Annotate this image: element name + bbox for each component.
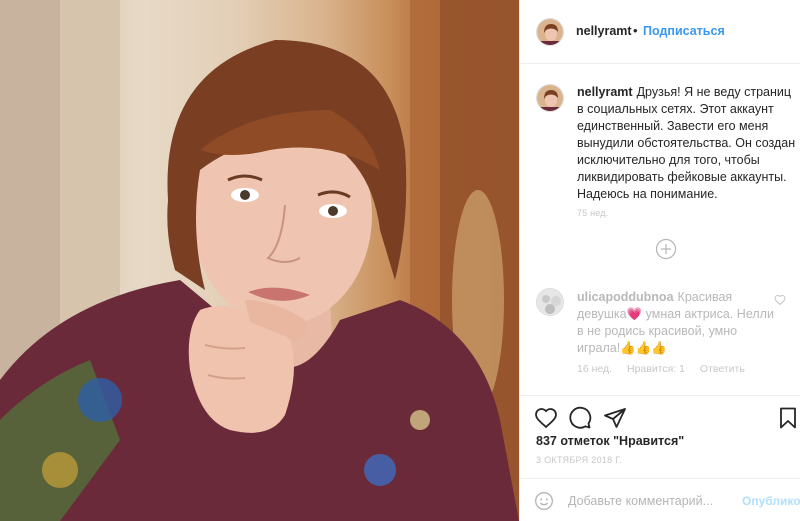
comment-body: ulicapoddubnoa Красивая девушка💗 умная ак… [577, 289, 777, 357]
caption-text: Друзья! Я не веду страниц в социальных с… [577, 85, 796, 201]
comment-meta: 16 нед. Нравится: 1 Ответить [577, 363, 757, 375]
comment-icon[interactable] [568, 406, 592, 430]
avatar[interactable] [536, 18, 564, 46]
caption-avatar[interactable] [536, 84, 564, 112]
heart-icon[interactable] [534, 406, 558, 430]
plus-circle-icon[interactable] [655, 238, 677, 260]
username[interactable]: nellyramt [576, 24, 632, 38]
comment-likes[interactable]: Нравится: 1 [627, 363, 685, 375]
publish-button[interactable]: Опубликовать [742, 494, 800, 508]
post-caption: nellyramt Друзья! Я не веду страниц в соц… [577, 84, 797, 203]
emoji-icon[interactable] [534, 491, 554, 511]
likes-count[interactable]: 837 отметок "Нравится" [536, 434, 684, 448]
separator-dot: • [633, 23, 638, 38]
post-header: nellyramt • Подписаться [520, 0, 800, 64]
commenter-username[interactable]: ulicapoddubnoa [577, 290, 674, 304]
post-date: 3 октября 2018 г. [536, 455, 623, 465]
share-icon[interactable] [603, 406, 627, 430]
commenter-avatar[interactable] [536, 288, 564, 316]
post-side-panel: nellyramt • Подписаться nellyramt Друзья!… [519, 0, 800, 521]
portrait-photo [0, 0, 519, 521]
post-actions [520, 395, 800, 435]
comment-input[interactable] [568, 492, 738, 510]
comment-timestamp[interactable]: 16 нед. [577, 363, 612, 375]
caption-username[interactable]: nellyramt [577, 85, 633, 99]
follow-button[interactable]: Подписаться [643, 24, 725, 38]
add-comment-bar: Опубликовать [520, 478, 800, 521]
bookmark-icon[interactable] [776, 406, 800, 430]
reply-button[interactable]: Ответить [700, 363, 745, 375]
post-photo[interactable] [0, 0, 519, 521]
comment-heart-icon[interactable] [774, 294, 786, 306]
caption-timestamp[interactable]: 75 нед. [577, 208, 608, 218]
